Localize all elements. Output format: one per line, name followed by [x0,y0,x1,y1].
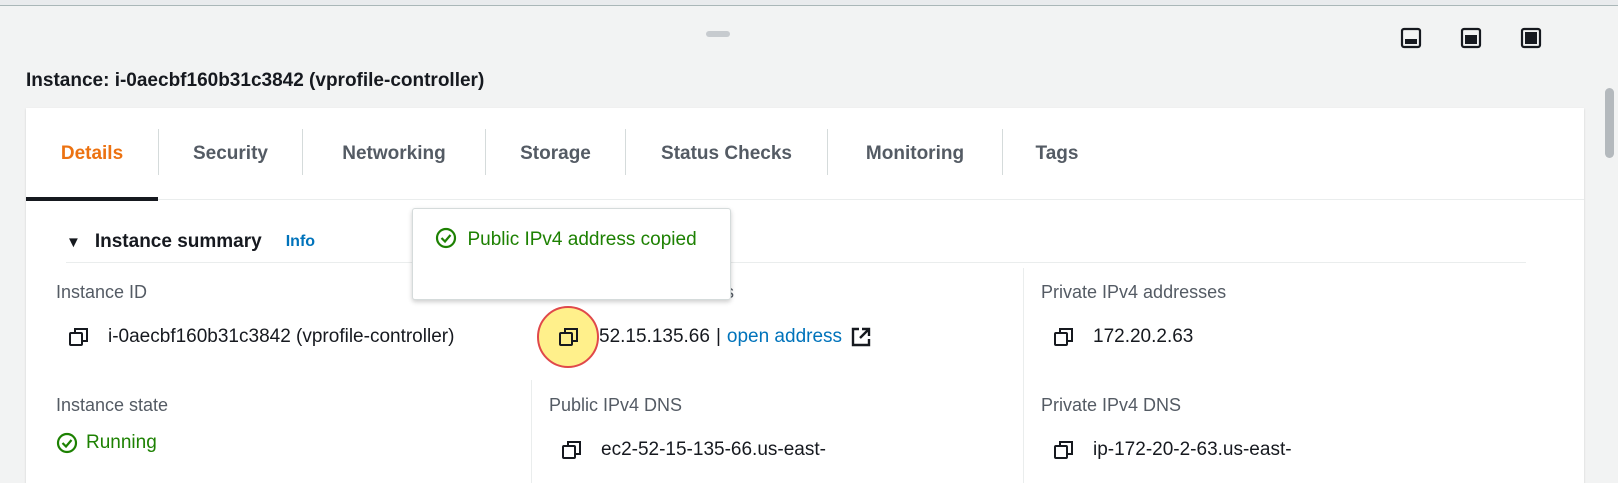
split-panel-icon[interactable] [1459,26,1483,50]
separator: | [715,326,721,347]
public-ipv4-value: 52.15.135.66 | open address [599,326,872,348]
copy-icon[interactable] [1053,439,1075,461]
private-dns-text: ip-172-20-2-63.us-east- [1093,439,1292,460]
section-divider [66,262,1526,263]
copy-icon[interactable] [1053,326,1075,348]
panel-resize-handle[interactable] [706,31,730,37]
private-dns-label: Private IPv4 DNS [1041,395,1182,415]
scrollbar-thumb[interactable] [1605,88,1614,158]
page-title: Instance: i-0aecbf160b31c3842 (vprofile-… [26,70,485,91]
public-dns-value: ec2-52-15-135-66.us-east- [561,439,826,461]
copy-icon[interactable] [68,326,90,348]
private-ipv4-label: Private IPv4 addresses [1041,282,1227,302]
tab-monitoring[interactable]: Monitoring [828,108,1002,200]
caret-down-icon[interactable]: ▼ [66,234,81,251]
section-title[interactable]: Instance summary [95,231,262,253]
column-divider [531,380,532,483]
check-circle-icon [56,432,78,454]
window-top-border [0,0,1618,6]
private-ipv4-value: 172.20.2.63 [1053,326,1193,348]
status-running-text: Running [86,432,157,453]
maximize-panel-icon[interactable] [1519,26,1543,50]
tab-status-checks[interactable]: Status Checks [626,108,827,200]
instance-state-value: Running [56,432,157,454]
instance-id-value: i-0aecbf160b31c3842 (vprofile-controller… [68,326,454,348]
public-dns-label: Public IPv4 DNS [549,395,683,415]
instance-id-text: i-0aecbf160b31c3842 (vprofile-controller… [108,326,455,347]
tab-bar: Details Security Networking Storage Stat… [26,108,1584,201]
instance-id-label: Instance ID [56,282,148,302]
public-ipv4-text: 52.15.135.66 [599,326,710,347]
tab-details[interactable]: Details [26,108,158,201]
private-dns-value: ip-172-20-2-63.us-east- [1053,439,1292,461]
tab-networking[interactable]: Networking [303,108,485,200]
column-divider [1023,268,1024,483]
open-address-link[interactable]: open address [727,326,842,348]
copy-icon[interactable] [558,326,580,348]
instance-state-label: Instance state [56,395,169,415]
instance-summary-header: ▼ Instance summary Info [66,231,315,253]
copied-tooltip: Public IPv4 address copied [412,208,731,300]
tab-security[interactable]: Security [159,108,302,200]
copy-icon[interactable] [561,439,583,461]
details-card: Details Security Networking Storage Stat… [26,108,1584,483]
public-dns-text: ec2-52-15-135-66.us-east- [601,439,826,460]
info-link[interactable]: Info [286,233,315,251]
tooltip-message: Public IPv4 address copied [467,229,697,250]
tab-storage[interactable]: Storage [486,108,625,200]
private-ipv4-text: 172.20.2.63 [1093,326,1194,347]
external-link-icon[interactable] [850,326,872,348]
minimize-panel-icon[interactable] [1399,26,1423,50]
check-circle-icon [435,227,457,249]
tab-tags[interactable]: Tags [1003,108,1111,200]
